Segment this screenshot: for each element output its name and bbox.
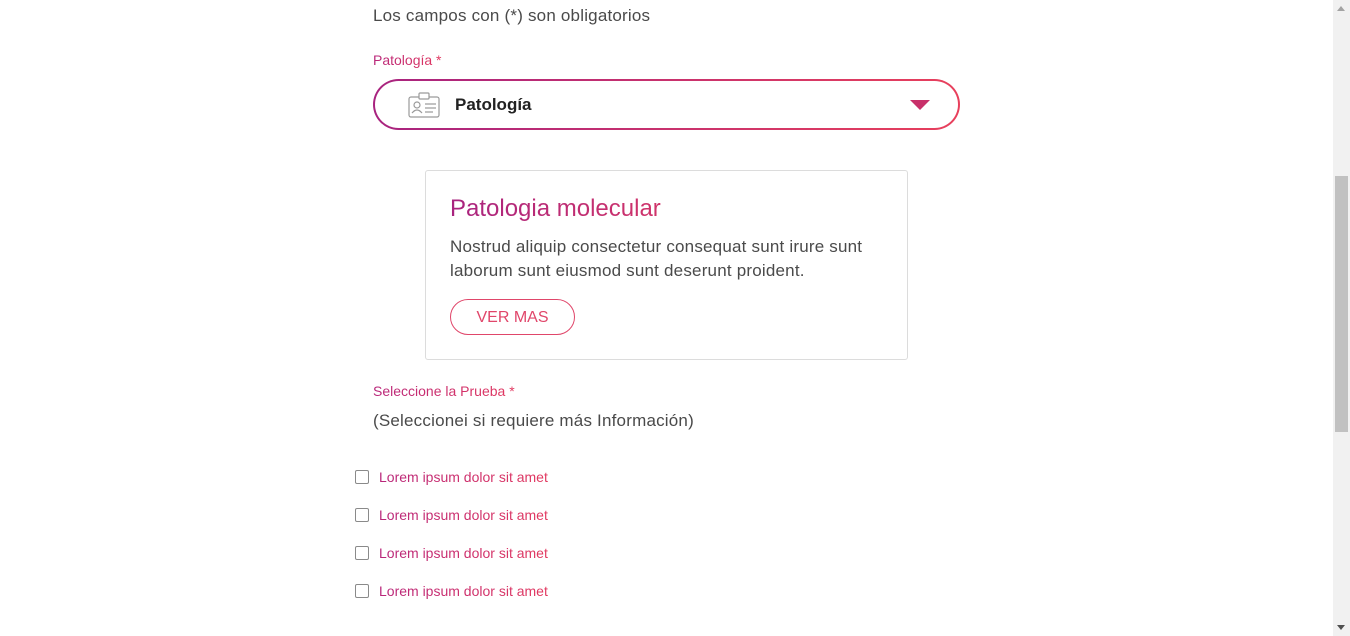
scroll-up-arrow-icon[interactable] <box>1337 6 1345 11</box>
checkbox[interactable] <box>355 470 369 484</box>
prueba-label: Seleccione la Prueba * <box>373 383 515 399</box>
patologia-select-body[interactable]: Patología <box>375 81 958 128</box>
checkbox[interactable] <box>355 546 369 560</box>
patologia-label: Patología * <box>373 52 442 68</box>
card-description: Nostrud aliquip consectetur consequat su… <box>450 237 863 280</box>
patologia-select[interactable]: Patología <box>373 79 960 130</box>
checkbox[interactable] <box>355 584 369 598</box>
option-label[interactable]: Lorem ipsum dolor sit amet <box>379 543 548 563</box>
scrollbar-thumb[interactable] <box>1335 176 1348 432</box>
scroll-down-arrow-icon[interactable] <box>1337 625 1345 630</box>
ver-mas-button[interactable]: VER MAS <box>450 299 575 335</box>
patologia-select-value: Patología <box>455 95 532 114</box>
vertical-scrollbar[interactable] <box>1333 0 1350 636</box>
id-card-icon <box>408 92 440 118</box>
patologia-info-card: Patologia molecular Nostrud aliquip cons… <box>425 170 908 360</box>
card-title: Patologia molecular <box>450 195 661 222</box>
prueba-option[interactable]: Lorem ipsum dolor sit amet <box>355 543 548 581</box>
option-label[interactable]: Lorem ipsum dolor sit amet <box>379 581 548 601</box>
prueba-option[interactable]: Lorem ipsum dolor sit amet <box>355 505 548 543</box>
caret-down-icon[interactable] <box>910 100 930 110</box>
page: Los campos con (*) son obligatorios Pato… <box>0 0 1350 636</box>
option-label[interactable]: Lorem ipsum dolor sit amet <box>379 467 548 487</box>
prueba-option[interactable]: Lorem ipsum dolor sit amet <box>355 467 548 505</box>
prueba-option[interactable]: Lorem ipsum dolor sit amet <box>355 581 548 619</box>
option-label[interactable]: Lorem ipsum dolor sit amet <box>379 505 548 525</box>
required-fields-note: Los campos con (*) son obligatorios <box>373 6 651 25</box>
checkbox[interactable] <box>355 508 369 522</box>
prueba-subtitle: (Seleccionei si requiere más Información… <box>373 411 694 430</box>
prueba-options-list: Lorem ipsum dolor sit amet Lorem ipsum d… <box>355 467 548 619</box>
